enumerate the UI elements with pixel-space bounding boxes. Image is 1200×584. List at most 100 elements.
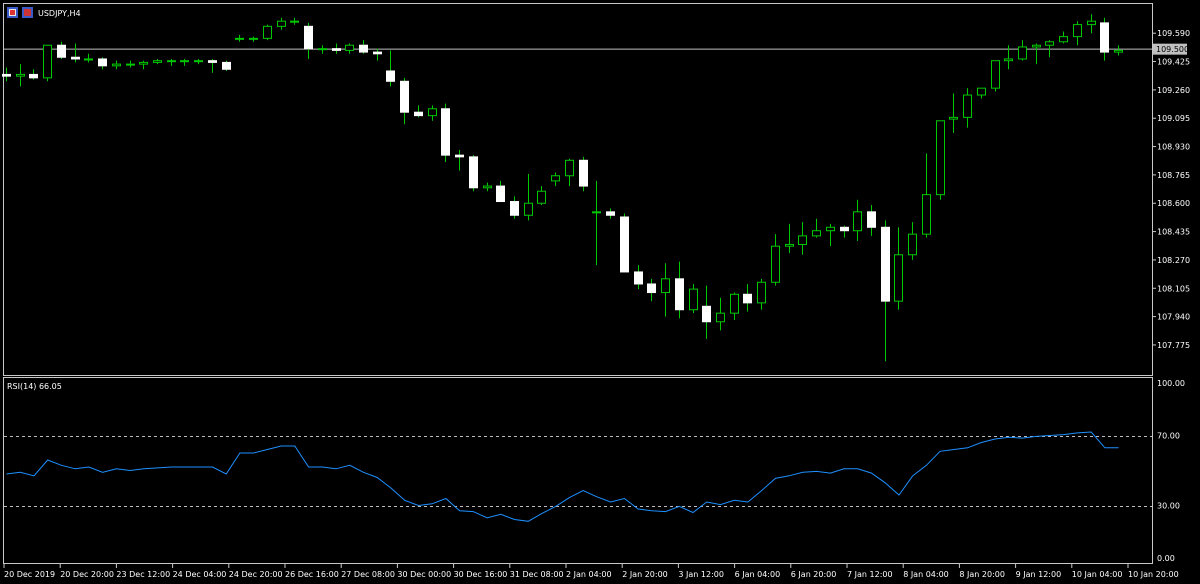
bull-candle-body [922,194,931,235]
rsi-label: RSI(14) 66.05 [7,382,62,391]
candle [222,60,231,71]
bear-candle-body [98,58,107,67]
bull-candle-body [277,20,286,27]
bull-candle-body [483,185,492,189]
time-tick-label: 30 Dec 16:00 [454,570,508,579]
bear-candle-body [743,293,752,304]
bull-candle-body [894,254,903,302]
symbol-label: USDJPY,H4 [38,9,81,18]
price-tick-label: 108.435 [1157,228,1190,237]
bull-candle-body [263,25,272,39]
time-tick-label: 24 Dec 04:00 [173,570,227,579]
candle [991,60,1000,92]
bull-candle-body [126,63,135,66]
time-tick-label: 30 Dec 00:00 [397,570,451,579]
bull-candle-body [1004,58,1013,62]
price-tick-label: 109.425 [1157,58,1190,67]
time-tick-label: 23 Dec 12:00 [116,570,170,579]
price-tick-label: 108.105 [1157,284,1190,293]
bull-candle-body [537,190,546,204]
bull-candle-body [716,312,725,323]
candle [441,103,450,163]
bear-candle-body [359,44,368,53]
bull-candle-body [194,60,203,63]
time-tick-label: 2 Jan 04:00 [566,570,612,579]
bear-candle-body [386,70,395,82]
time-tick-label: 6 Jan 04:00 [735,570,781,579]
chart-window[interactable]: 109.590 109.425 109.260 109.095 108.930 108.7… [0,0,1200,584]
bear-candle-body [675,278,684,311]
bear-candle-body [867,211,876,228]
candle [263,24,272,41]
bull-candle-body [936,120,945,196]
time-tick-label: 27 Dec 08:00 [341,570,395,579]
bear-candle-body [840,226,849,232]
bull-candle-body [139,61,148,65]
bull-candle-body [771,245,780,283]
bull-candle-body [180,60,189,63]
time-tick-label: 24 Dec 20:00 [229,570,283,579]
time-tick-label: 31 Dec 08:00 [510,570,564,579]
bear-candle-body [455,154,464,158]
rsi-tick-label: 70.00 [1157,432,1180,441]
time-tick-label: 2 Jan 20:00 [622,570,668,579]
bull-candle-body [991,60,1000,89]
bull-candle-body [167,60,176,63]
bear-candle-body [332,48,341,51]
bull-candle-body [963,94,972,118]
bear-candle-body [620,216,629,273]
time-tick-label: 8 Jan 04:00 [903,570,949,579]
price-tick-label: 108.600 [1157,199,1190,208]
bull-candle-body [428,108,437,117]
time-tick-label: 8 Jan 20:00 [959,570,1005,579]
bull-candle-body [812,230,821,237]
bear-candle-body [222,61,231,70]
time-tick-label: 26 Dec 16:00 [285,570,339,579]
candle [936,120,945,200]
bull-candle-body [853,211,862,232]
bull-candle-body [785,243,794,247]
bull-candle-body [112,63,121,67]
price-tick-label: 107.940 [1157,313,1190,322]
bid-price-label: 109.500 [1156,45,1189,54]
bear-candle-body [510,201,519,216]
bull-candle-body [318,48,327,51]
time-tick-label: 9 Jan 12:00 [1016,570,1062,579]
bear-candle-body [606,211,615,216]
bull-candle-body [16,73,25,77]
bull-candle-body [689,288,698,311]
bull-candle-body [661,278,670,294]
bull-candle-body [1114,49,1123,53]
bull-candle-body [908,233,917,256]
bear-candle-body [400,80,409,113]
time-tick-label: 7 Jan 12:00 [847,570,893,579]
bear-candle-body [702,305,711,323]
bull-candle-body [977,87,986,96]
time-tick-label: 20 Dec 2019 [4,570,55,579]
bear-candle-body [881,226,890,302]
bear-candle-body [208,60,217,63]
bull-candle-body [235,37,244,40]
candle [579,156,588,192]
bear-candle-body [57,44,66,58]
chart-background [0,0,1200,584]
bull-candle-body [592,211,601,214]
time-tick-label: 10 Jan 20:00 [1128,570,1179,579]
bull-candle-body [345,44,354,51]
candle [469,155,478,192]
price-tick-label: 109.095 [1157,114,1190,123]
bull-candle-body [551,175,560,182]
bull-candle-body [1073,24,1082,38]
bull-candle-body [1087,20,1096,26]
bear-candle-body [634,271,643,285]
time-tick-label: 20 Dec 20:00 [60,570,114,579]
bear-candle-body [496,185,505,203]
price-tick-label: 109.260 [1157,86,1190,95]
bear-candle-body [2,73,11,77]
bear-candle-body [414,111,423,117]
candle [620,213,629,273]
bull-candle-body [290,20,299,23]
bear-candle-body [29,73,38,79]
price-tick-label: 108.765 [1157,171,1190,180]
bear-candle-body [469,156,478,189]
